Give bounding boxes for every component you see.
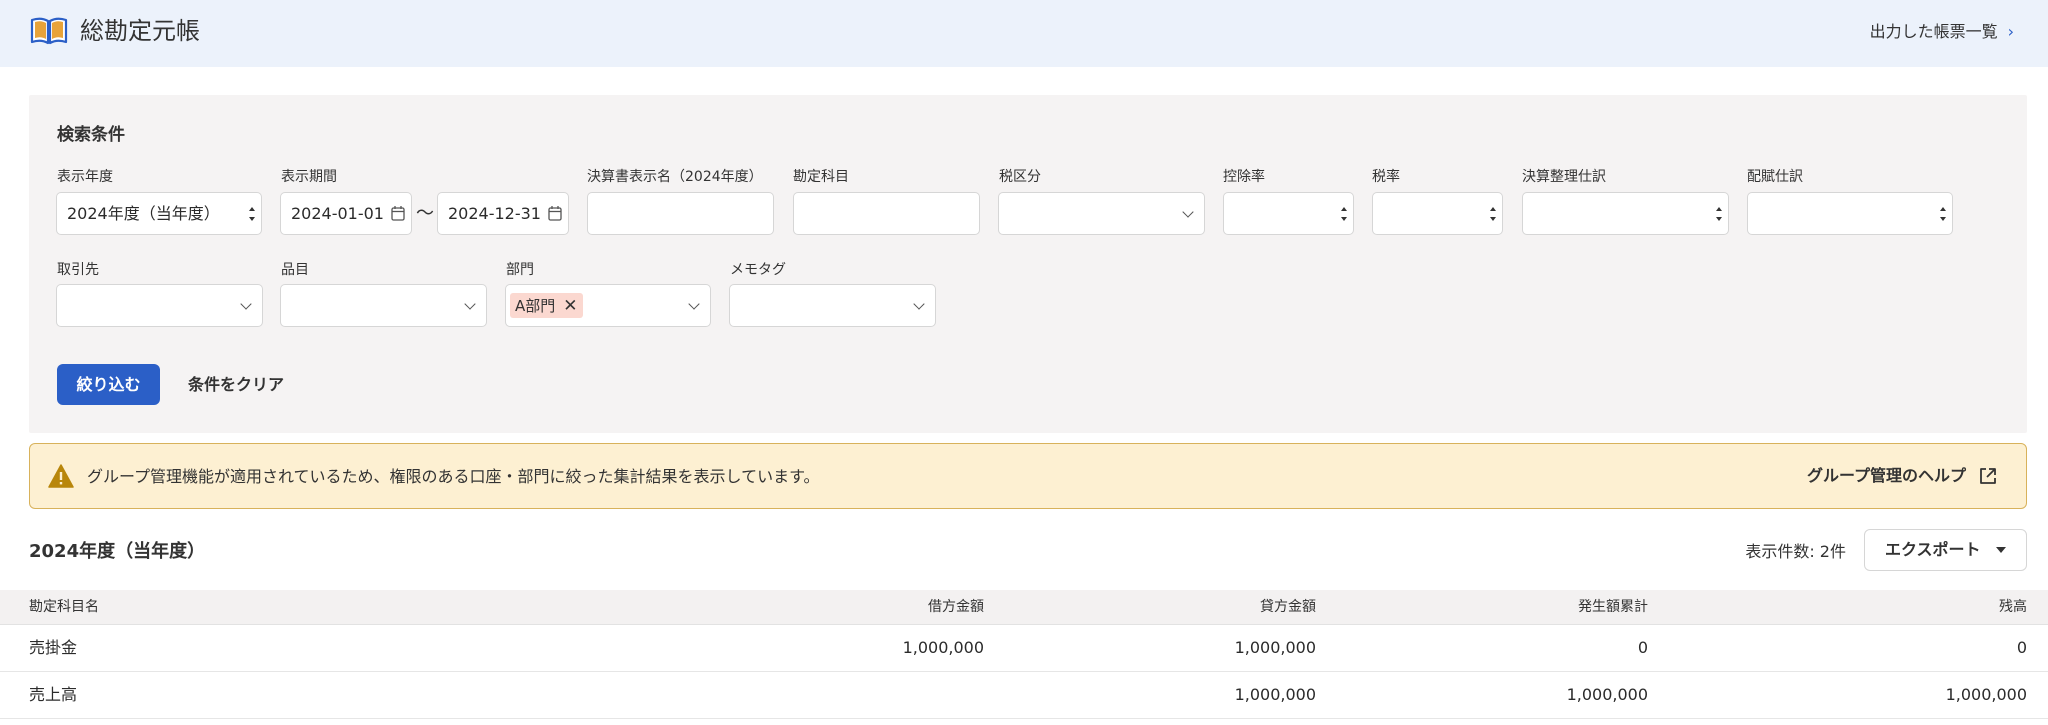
page-title: 総勘定元帳 [80,17,200,45]
tax-category-label: 税区分 [999,169,1041,185]
select-arrows-icon [1716,207,1722,221]
output-list-link[interactable]: 出力した帳票一覧 › [1870,20,2014,44]
cumulative-cell: 1,000,000 [1566,685,1648,704]
period-separator: 〜 [416,203,434,224]
chevron-down-icon [1182,206,1194,218]
select-arrows-icon [1940,207,1946,221]
filter-button[interactable]: 絞り込む [57,364,160,405]
item-label: 品目 [281,262,309,278]
clear-conditions-button[interactable]: 条件をクリア [188,364,284,405]
ledger-table: 勘定科目名 借方金額 貸方金額 発生額累計 残高 売掛金 1,000,000 1… [0,590,2048,719]
department-label: 部門 [506,262,534,278]
partner-select[interactable] [56,284,263,327]
column-header-credit[interactable]: 貸方金額 [1260,590,1316,624]
column-header-debit[interactable]: 借方金額 [928,590,984,624]
result-count: 表示件数: 2件 [1745,542,1846,561]
chevron-right-icon: › [2007,22,2014,41]
fiscal-year-value: 2024年度（当年度） [67,204,220,223]
balance-cell: 1,000,000 [1945,685,2027,704]
deduction-rate-select[interactable] [1223,192,1354,235]
debit-cell: 1,000,000 [902,638,984,657]
table-row[interactable]: 売上高 1,000,000 1,000,000 1,000,000 [0,672,2048,719]
statement-name-input[interactable] [587,192,774,235]
period-to-input[interactable]: 2024-12-31 [437,192,569,235]
allocation-entry-label: 配賦仕訳 [1747,169,1803,185]
fiscal-year-label: 表示年度 [57,169,113,185]
chevron-down-icon [913,298,925,310]
period-from-value: 2024-01-01 [291,204,384,223]
calendar-icon[interactable] [548,205,562,221]
export-label: エクスポート [1885,540,1981,559]
chevron-down-icon [240,298,252,310]
results-title: 2024年度（当年度） [29,541,206,562]
cumulative-cell: 0 [1637,638,1648,657]
account-name-cell[interactable]: 売上高 [29,672,77,718]
period-from-input[interactable]: 2024-01-01 [280,192,412,235]
search-panel: 検索条件 表示年度 表示期間 決算書表示名（2024年度） 勘定科目 税区分 控… [29,95,2027,433]
balance-cell: 0 [2016,638,2027,657]
memo-tag-label: メモタグ [730,262,786,278]
account-label: 勘定科目 [793,169,849,185]
period-label: 表示期間 [281,169,337,185]
department-tag-label: A部門 [515,297,556,315]
tax-category-select[interactable] [998,192,1205,235]
partner-label: 取引先 [57,262,99,278]
table-header: 勘定科目名 借方金額 貸方金額 発生額累計 残高 [0,590,2048,625]
account-name-cell[interactable]: 売掛金 [29,625,77,671]
select-arrows-icon [249,207,255,221]
column-header-account[interactable]: 勘定科目名 [29,590,99,624]
column-header-cumulative[interactable]: 発生額累計 [1578,590,1648,624]
closing-entry-label: 決算整理仕訳 [1522,169,1606,185]
table-row[interactable]: 売掛金 1,000,000 1,000,000 0 0 [0,625,2048,672]
statement-name-label: 決算書表示名（2024年度） [587,169,763,185]
tax-rate-label: 税率 [1372,169,1400,185]
page-header: 総勘定元帳 出力した帳票一覧 › [0,0,2048,67]
column-header-balance[interactable]: 残高 [1999,590,2027,624]
alert-message: グループ管理機能が適用されているため、権限のある口座・部門に絞った集計結果を表示… [87,467,820,486]
chevron-down-icon [688,298,700,310]
external-link-icon [1980,468,1996,484]
export-button[interactable]: エクスポート [1864,529,2027,571]
select-arrows-icon [1490,207,1496,221]
caret-down-icon [1996,547,2006,553]
help-link-label: グループ管理のヘルプ [1806,466,1966,485]
item-select[interactable] [280,284,487,327]
group-management-help-link[interactable]: グループ管理のヘルプ [1807,463,1998,489]
close-icon[interactable]: ✕ [563,296,577,316]
account-input[interactable] [793,192,980,235]
output-list-link-label: 出力した帳票一覧 [1869,22,1998,41]
memo-tag-select[interactable] [729,284,936,327]
calendar-icon[interactable] [391,205,405,221]
allocation-entry-select[interactable] [1747,192,1953,235]
closing-entry-select[interactable] [1522,192,1729,235]
group-management-alert: グループ管理機能が適用されているため、権限のある口座・部門に絞った集計結果を表示… [29,443,2027,509]
select-arrows-icon [1341,207,1347,221]
warning-triangle-icon [48,464,74,488]
tax-rate-select[interactable] [1372,192,1503,235]
deduction-rate-label: 控除率 [1223,169,1265,185]
open-book-icon [30,17,68,45]
fiscal-year-select[interactable]: 2024年度（当年度） [56,192,262,235]
credit-cell: 1,000,000 [1234,638,1316,657]
credit-cell: 1,000,000 [1234,685,1316,704]
period-to-value: 2024-12-31 [448,204,541,223]
department-tag: A部門 ✕ [510,293,583,318]
chevron-down-icon [464,298,476,310]
search-panel-title: 検索条件 [57,125,125,145]
department-select[interactable]: A部門 ✕ [505,284,711,327]
